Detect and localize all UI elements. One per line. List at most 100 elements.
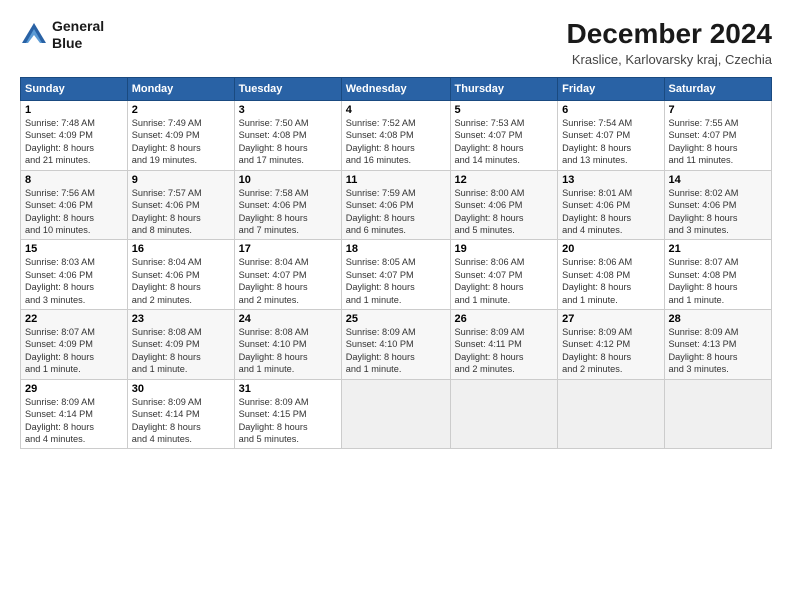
day-info: Sunrise: 8:01 AM Sunset: 4:06 PM Dayligh… [562, 187, 659, 237]
calendar-cell: 13Sunrise: 8:01 AM Sunset: 4:06 PM Dayli… [558, 170, 664, 240]
calendar-cell: 17Sunrise: 8:04 AM Sunset: 4:07 PM Dayli… [234, 240, 341, 310]
calendar-week-3: 15Sunrise: 8:03 AM Sunset: 4:06 PM Dayli… [21, 240, 772, 310]
header-day-sunday: Sunday [21, 78, 128, 101]
calendar-cell: 25Sunrise: 8:09 AM Sunset: 4:10 PM Dayli… [341, 310, 450, 380]
day-info: Sunrise: 7:59 AM Sunset: 4:06 PM Dayligh… [346, 187, 446, 237]
day-info: Sunrise: 8:09 AM Sunset: 4:12 PM Dayligh… [562, 326, 659, 376]
header: General Blue December 2024 Kraslice, Kar… [20, 18, 772, 67]
day-info: Sunrise: 8:05 AM Sunset: 4:07 PM Dayligh… [346, 256, 446, 306]
day-number: 7 [669, 104, 768, 116]
calendar-cell: 9Sunrise: 7:57 AM Sunset: 4:06 PM Daylig… [127, 170, 234, 240]
calendar-cell [450, 379, 558, 449]
calendar-cell: 30Sunrise: 8:09 AM Sunset: 4:14 PM Dayli… [127, 379, 234, 449]
day-number: 18 [346, 243, 446, 255]
calendar-cell: 6Sunrise: 7:54 AM Sunset: 4:07 PM Daylig… [558, 101, 664, 171]
day-number: 13 [562, 174, 659, 186]
day-info: Sunrise: 8:09 AM Sunset: 4:10 PM Dayligh… [346, 326, 446, 376]
day-number: 21 [669, 243, 768, 255]
day-number: 10 [239, 174, 337, 186]
day-info: Sunrise: 7:58 AM Sunset: 4:06 PM Dayligh… [239, 187, 337, 237]
day-info: Sunrise: 8:09 AM Sunset: 4:15 PM Dayligh… [239, 396, 337, 446]
calendar-cell: 18Sunrise: 8:05 AM Sunset: 4:07 PM Dayli… [341, 240, 450, 310]
day-info: Sunrise: 8:04 AM Sunset: 4:07 PM Dayligh… [239, 256, 337, 306]
calendar-cell: 28Sunrise: 8:09 AM Sunset: 4:13 PM Dayli… [664, 310, 772, 380]
calendar-header-row: SundayMondayTuesdayWednesdayThursdayFrid… [21, 78, 772, 101]
subtitle: Kraslice, Karlovarsky kraj, Czechia [567, 52, 772, 67]
calendar-cell: 2Sunrise: 7:49 AM Sunset: 4:09 PM Daylig… [127, 101, 234, 171]
day-number: 25 [346, 313, 446, 325]
calendar-cell: 4Sunrise: 7:52 AM Sunset: 4:08 PM Daylig… [341, 101, 450, 171]
day-number: 3 [239, 104, 337, 116]
day-info: Sunrise: 8:09 AM Sunset: 4:11 PM Dayligh… [455, 326, 554, 376]
day-info: Sunrise: 7:57 AM Sunset: 4:06 PM Dayligh… [132, 187, 230, 237]
day-number: 27 [562, 313, 659, 325]
day-info: Sunrise: 8:08 AM Sunset: 4:09 PM Dayligh… [132, 326, 230, 376]
day-info: Sunrise: 8:00 AM Sunset: 4:06 PM Dayligh… [455, 187, 554, 237]
calendar-cell: 5Sunrise: 7:53 AM Sunset: 4:07 PM Daylig… [450, 101, 558, 171]
logo-text: General Blue [52, 18, 104, 52]
day-number: 31 [239, 383, 337, 395]
day-info: Sunrise: 8:09 AM Sunset: 4:14 PM Dayligh… [25, 396, 123, 446]
day-number: 5 [455, 104, 554, 116]
calendar-cell [558, 379, 664, 449]
calendar-cell: 3Sunrise: 7:50 AM Sunset: 4:08 PM Daylig… [234, 101, 341, 171]
day-number: 30 [132, 383, 230, 395]
day-info: Sunrise: 8:04 AM Sunset: 4:06 PM Dayligh… [132, 256, 230, 306]
header-day-friday: Friday [558, 78, 664, 101]
day-number: 22 [25, 313, 123, 325]
day-info: Sunrise: 8:09 AM Sunset: 4:14 PM Dayligh… [132, 396, 230, 446]
day-info: Sunrise: 8:07 AM Sunset: 4:09 PM Dayligh… [25, 326, 123, 376]
day-info: Sunrise: 8:03 AM Sunset: 4:06 PM Dayligh… [25, 256, 123, 306]
calendar-cell: 19Sunrise: 8:06 AM Sunset: 4:07 PM Dayli… [450, 240, 558, 310]
calendar-cell [341, 379, 450, 449]
day-info: Sunrise: 7:54 AM Sunset: 4:07 PM Dayligh… [562, 117, 659, 167]
day-number: 16 [132, 243, 230, 255]
calendar-cell: 8Sunrise: 7:56 AM Sunset: 4:06 PM Daylig… [21, 170, 128, 240]
calendar-cell: 16Sunrise: 8:04 AM Sunset: 4:06 PM Dayli… [127, 240, 234, 310]
day-number: 26 [455, 313, 554, 325]
day-number: 9 [132, 174, 230, 186]
logo: General Blue [20, 18, 104, 52]
day-info: Sunrise: 7:48 AM Sunset: 4:09 PM Dayligh… [25, 117, 123, 167]
calendar-cell: 23Sunrise: 8:08 AM Sunset: 4:09 PM Dayli… [127, 310, 234, 380]
day-number: 19 [455, 243, 554, 255]
header-day-thursday: Thursday [450, 78, 558, 101]
day-number: 6 [562, 104, 659, 116]
calendar-cell: 29Sunrise: 8:09 AM Sunset: 4:14 PM Dayli… [21, 379, 128, 449]
day-info: Sunrise: 8:06 AM Sunset: 4:07 PM Dayligh… [455, 256, 554, 306]
calendar-cell: 20Sunrise: 8:06 AM Sunset: 4:08 PM Dayli… [558, 240, 664, 310]
day-number: 1 [25, 104, 123, 116]
calendar: SundayMondayTuesdayWednesdayThursdayFrid… [20, 77, 772, 449]
header-day-monday: Monday [127, 78, 234, 101]
day-number: 20 [562, 243, 659, 255]
day-info: Sunrise: 8:02 AM Sunset: 4:06 PM Dayligh… [669, 187, 768, 237]
day-info: Sunrise: 7:53 AM Sunset: 4:07 PM Dayligh… [455, 117, 554, 167]
main-title: December 2024 [567, 18, 772, 50]
day-number: 8 [25, 174, 123, 186]
calendar-cell: 12Sunrise: 8:00 AM Sunset: 4:06 PM Dayli… [450, 170, 558, 240]
calendar-cell: 7Sunrise: 7:55 AM Sunset: 4:07 PM Daylig… [664, 101, 772, 171]
day-number: 29 [25, 383, 123, 395]
calendar-cell: 1Sunrise: 7:48 AM Sunset: 4:09 PM Daylig… [21, 101, 128, 171]
day-number: 2 [132, 104, 230, 116]
logo-icon [20, 21, 48, 49]
day-number: 15 [25, 243, 123, 255]
calendar-cell: 24Sunrise: 8:08 AM Sunset: 4:10 PM Dayli… [234, 310, 341, 380]
calendar-week-2: 8Sunrise: 7:56 AM Sunset: 4:06 PM Daylig… [21, 170, 772, 240]
day-number: 4 [346, 104, 446, 116]
day-info: Sunrise: 7:52 AM Sunset: 4:08 PM Dayligh… [346, 117, 446, 167]
calendar-cell: 11Sunrise: 7:59 AM Sunset: 4:06 PM Dayli… [341, 170, 450, 240]
day-info: Sunrise: 8:06 AM Sunset: 4:08 PM Dayligh… [562, 256, 659, 306]
calendar-week-4: 22Sunrise: 8:07 AM Sunset: 4:09 PM Dayli… [21, 310, 772, 380]
day-number: 12 [455, 174, 554, 186]
calendar-cell: 31Sunrise: 8:09 AM Sunset: 4:15 PM Dayli… [234, 379, 341, 449]
day-info: Sunrise: 7:55 AM Sunset: 4:07 PM Dayligh… [669, 117, 768, 167]
day-number: 23 [132, 313, 230, 325]
calendar-cell: 14Sunrise: 8:02 AM Sunset: 4:06 PM Dayli… [664, 170, 772, 240]
day-info: Sunrise: 8:08 AM Sunset: 4:10 PM Dayligh… [239, 326, 337, 376]
day-info: Sunrise: 8:09 AM Sunset: 4:13 PM Dayligh… [669, 326, 768, 376]
day-info: Sunrise: 7:56 AM Sunset: 4:06 PM Dayligh… [25, 187, 123, 237]
day-number: 17 [239, 243, 337, 255]
day-number: 14 [669, 174, 768, 186]
calendar-cell [664, 379, 772, 449]
